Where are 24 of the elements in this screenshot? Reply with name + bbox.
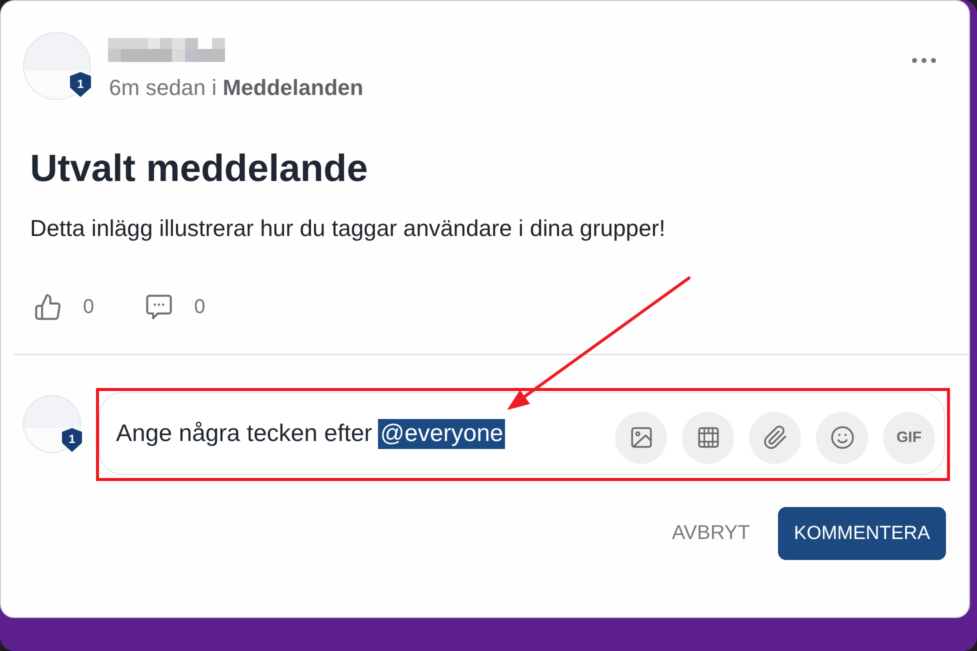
post-body: Detta inlägg illustrerar hur du taggar användare i dina grupper! bbox=[30, 214, 666, 242]
like-count: 0 bbox=[83, 295, 94, 320]
thumbs-up-icon[interactable] bbox=[35, 294, 61, 320]
speech-bubble-icon[interactable] bbox=[146, 294, 172, 320]
level-badge: 1 bbox=[62, 428, 82, 452]
image-icon bbox=[628, 425, 654, 450]
attachment-button[interactable] bbox=[749, 412, 801, 464]
smiley-icon bbox=[830, 425, 854, 450]
post-title: Utvalt meddelande bbox=[30, 147, 369, 192]
typed-text: Ange några tecken efter bbox=[116, 420, 372, 448]
emoji-button[interactable] bbox=[816, 412, 868, 464]
image-button[interactable] bbox=[615, 412, 667, 464]
video-button[interactable] bbox=[682, 412, 734, 464]
comment-count: 0 bbox=[194, 295, 206, 320]
comment-button[interactable]: KOMMENTERA bbox=[778, 507, 946, 560]
paperclip-icon bbox=[762, 425, 788, 450]
cancel-button[interactable]: AVBRYT bbox=[658, 507, 764, 560]
gif-button[interactable]: GIF bbox=[883, 412, 935, 464]
film-icon bbox=[696, 425, 720, 450]
post-meta: 6m sedan i Meddelanden bbox=[109, 75, 364, 101]
more-options-icon[interactable] bbox=[912, 58, 936, 63]
level-badge: 1 bbox=[70, 72, 91, 97]
comment-field[interactable]: Ange några tecken efter @everyone GIF bbox=[99, 392, 945, 475]
selected-text: @everyone bbox=[378, 418, 506, 448]
